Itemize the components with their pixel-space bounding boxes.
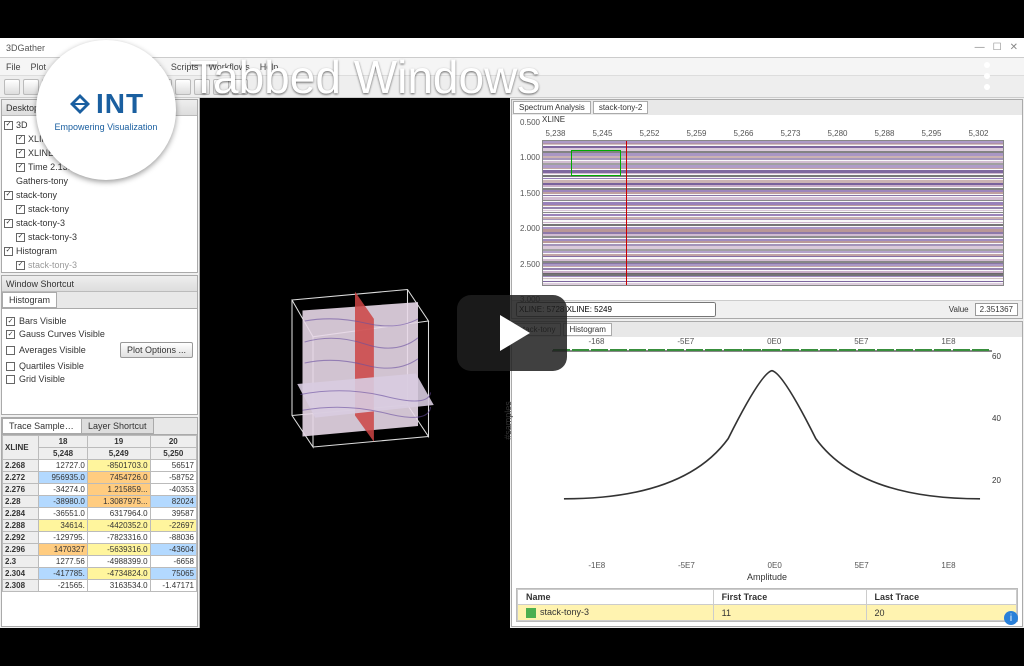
- video-title: Tabbed Windows: [190, 50, 540, 104]
- play-icon: [500, 315, 530, 351]
- brand-tagline: Empowering Visualization: [55, 122, 158, 132]
- more-options-button[interactable]: [984, 62, 990, 90]
- play-button[interactable]: [457, 295, 567, 371]
- channel-avatar[interactable]: INT Empowering Visualization: [36, 40, 176, 180]
- video-overlay: INT Empowering Visualization Tabbed Wind…: [0, 0, 1024, 666]
- brand-logo-icon: INT: [68, 88, 144, 120]
